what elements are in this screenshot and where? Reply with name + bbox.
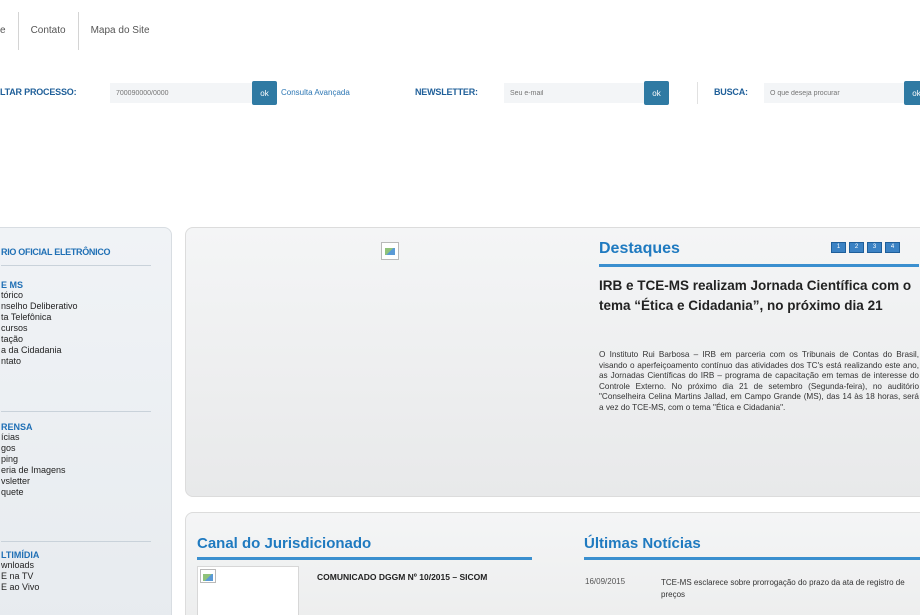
processo-ok-button[interactable]: ok (252, 81, 277, 105)
destaques-page-button[interactable]: 1 (831, 242, 846, 253)
canal-jurisdicionado-title: Canal do Jurisdicionado (197, 535, 372, 552)
sidebar-diario-link[interactable]: RIO OFICIAL ELETRÔNICO (1, 247, 111, 257)
sidebar-item[interactable]: cursos (1, 323, 78, 334)
top-links: e Contato Mapa do Site (0, 12, 162, 50)
sidebar-section-imprensa: RENSA ícias gos ping eria de Imagens vsl… (1, 410, 66, 498)
search-divider (697, 82, 698, 104)
sidebar-item[interactable]: ping (1, 454, 66, 465)
destaques-panel: Destaques 1 2 3 4 IRB e TCE-MS realizam … (185, 227, 920, 497)
consultar-processo-label: LTAR PROCESSO: (0, 87, 77, 97)
top-link-mapa-do-site[interactable]: Mapa do Site (79, 12, 162, 50)
sidebar-item[interactable]: ta Telefônica (1, 312, 78, 323)
sidebar-section-title: LTIMÍDIA (1, 550, 40, 560)
broken-image-icon (200, 569, 216, 583)
sidebar-section-title: E MS (1, 280, 24, 290)
sidebar-item[interactable]: E na TV (1, 571, 39, 582)
busca-ok-button[interactable]: ok (904, 81, 920, 105)
ultimas-underline (584, 557, 920, 560)
consulta-avancada-link[interactable]: Consulta Avançada (281, 88, 350, 97)
destaques-underline (599, 264, 919, 267)
destaque-image-placeholder[interactable] (381, 242, 399, 260)
top-link-contato[interactable]: Contato (19, 12, 78, 50)
destaques-page-button[interactable]: 3 (867, 242, 882, 253)
destaques-page-button[interactable]: 2 (849, 242, 864, 253)
search-bar-row: LTAR PROCESSO: ok Consulta Avançada NEWS… (0, 80, 920, 106)
destaques-pager: 1 2 3 4 (831, 242, 900, 253)
sidebar-item[interactable]: nselho Deliberativo (1, 301, 78, 312)
destaques-page-button[interactable]: 4 (885, 242, 900, 253)
sidebar-section-tce: E MS tórico nselho Deliberativo ta Telef… (1, 268, 78, 367)
sidebar-item[interactable]: ntato (1, 356, 78, 367)
canal-underline (197, 557, 532, 560)
sidebar-item[interactable]: ícias (1, 432, 66, 443)
newsletter-email-input[interactable] (504, 83, 644, 103)
ultimas-noticias-title: Últimas Notícias (584, 535, 701, 552)
sidebar-divider (1, 265, 151, 266)
bottom-panel: Canal do Jurisdicionado COMUNICADO DGGM … (185, 512, 920, 615)
page: e Contato Mapa do Site LTAR PROCESSO: ok… (0, 0, 920, 615)
processo-input[interactable] (110, 83, 252, 103)
destaques-title: Destaques (599, 240, 680, 257)
top-link-inicio[interactable]: e (0, 12, 18, 50)
news-date: 16/09/2015 (585, 577, 626, 586)
sidebar-item[interactable]: vsletter (1, 476, 66, 487)
sidebar-item[interactable]: a da Cidadania (1, 345, 78, 356)
sidebar-item[interactable]: eria de Imagens (1, 465, 66, 476)
sidebar-item[interactable]: tação (1, 334, 78, 345)
comunicado-thumbnail[interactable] (197, 566, 299, 615)
busca-input[interactable] (764, 83, 904, 103)
sidebar-menu: RIO OFICIAL ELETRÔNICO E MS tórico nselh… (0, 227, 172, 615)
sidebar-item[interactable]: tórico (1, 290, 78, 301)
news-link[interactable]: TCE-MS esclarece sobre prorrogação do pr… (661, 577, 911, 601)
newsletter-label: NEWSLETTER: (415, 87, 478, 97)
sidebar-section-multimidia: LTIMÍDIA wnloads E na TV E ao Vivo (1, 538, 39, 593)
comunicado-link[interactable]: COMUNICADO DGGM Nº 10/2015 – SICOM (317, 571, 517, 583)
sidebar-section-title: RENSA (1, 422, 33, 432)
sidebar-item[interactable]: wnloads (1, 560, 39, 571)
sidebar-item[interactable]: gos (1, 443, 66, 454)
sidebar-item[interactable]: quete (1, 487, 66, 498)
newsletter-ok-button[interactable]: ok (644, 81, 669, 105)
destaque-body-text: O Instituto Rui Barbosa – IRB em parceri… (599, 350, 919, 412)
destaque-headline-link[interactable]: IRB e TCE-MS realizam Jornada Científica… (599, 276, 919, 316)
busca-label: BUSCA: (714, 87, 748, 97)
sidebar-diario-oficial[interactable]: RIO OFICIAL ELETRÔNICO (1, 247, 111, 257)
sidebar-item[interactable]: E ao Vivo (1, 582, 39, 593)
